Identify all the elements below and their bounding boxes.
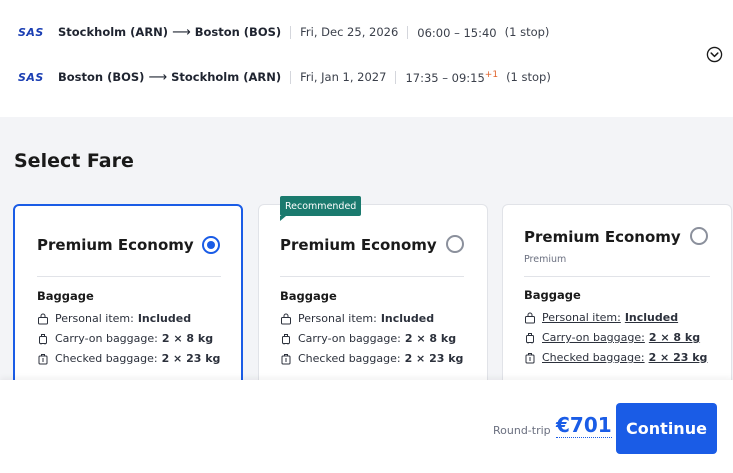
carry-on-icon [526, 332, 534, 343]
suitcase-icon [281, 353, 291, 364]
fare-card[interactable]: Premium Economy Premium Baggage Personal… [502, 204, 732, 404]
suitcase-icon [525, 352, 535, 363]
divider [290, 25, 292, 39]
divider [37, 276, 221, 277]
personal-item-line: Personal item: Included [280, 312, 434, 325]
total-price[interactable]: €701 [556, 413, 612, 438]
route: Boston (BOS) ⟶ Stockholm (ARN) [58, 70, 281, 85]
route: Stockholm (ARN) ⟶ Boston (BOS) [58, 25, 281, 40]
fare-subtitle: Premium [524, 254, 567, 265]
continue-button[interactable]: Continue [616, 403, 717, 454]
divider [280, 276, 464, 277]
outbound-flight-row: SAS Stockholm (ARN) ⟶ Boston (BOS) Fri, … [18, 21, 549, 43]
flight-time: 17:35 – 09:15+1 [405, 69, 499, 85]
divider [290, 70, 292, 84]
origin: Boston (BOS) [58, 70, 145, 84]
destination: Boston (BOS) [194, 25, 282, 39]
price-label: Round-trip [493, 424, 551, 437]
destination: Stockholm (ARN) [171, 70, 282, 84]
fare-radio[interactable] [690, 227, 708, 245]
baggage-title: Baggage [37, 289, 94, 303]
carry-on-icon [39, 333, 47, 344]
bag-icon [525, 312, 535, 323]
return-flight-row: SAS Boston (BOS) ⟶ Stockholm (ARN) Fri, … [18, 66, 551, 88]
fare-radio[interactable] [446, 235, 464, 253]
baggage-title: Baggage [524, 288, 581, 302]
bag-icon [38, 313, 48, 324]
itinerary-summary: SAS Stockholm (ARN) ⟶ Boston (BOS) Fri, … [0, 0, 733, 117]
arrow-right-icon: ⟶ [172, 24, 191, 40]
recommended-badge: Recommended [280, 196, 362, 221]
flight-date: Fri, Jan 1, 2027 [300, 70, 387, 84]
carry-on-line[interactable]: Carry-on baggage: 2 × 8 kg [524, 331, 700, 344]
checked-baggage-line[interactable]: Checked baggage: 2 × 23 kg [524, 351, 707, 364]
day-offset: +1 [484, 69, 499, 80]
fare-card[interactable]: Premium Economy Baggage Personal item: In… [258, 204, 488, 404]
flight-time: 06:00 – 15:40 [417, 25, 497, 40]
fare-name: Premium Economy [524, 228, 681, 246]
suitcase-icon [38, 353, 48, 364]
carry-on-line: Carry-on baggage: 2 × 8 kg [37, 332, 213, 345]
flight-stops: (1 stop) [506, 70, 551, 84]
bag-icon [281, 313, 291, 324]
personal-item-line[interactable]: Personal item: Included [524, 311, 678, 324]
fare-name: Premium Economy [37, 236, 194, 254]
flight-stops: (1 stop) [504, 25, 550, 39]
airline-logo: SAS [18, 25, 44, 39]
arrow-right-icon: ⟶ [148, 69, 168, 85]
carry-on-line: Carry-on baggage: 2 × 8 kg [280, 332, 456, 345]
origin: Stockholm (ARN) [58, 25, 169, 39]
personal-item-line: Personal item: Included [37, 312, 191, 325]
divider [524, 276, 710, 277]
fare-card[interactable]: Premium Economy Baggage Personal item: In… [13, 204, 243, 404]
chevron-down-circle-icon[interactable] [706, 46, 723, 63]
divider [407, 25, 409, 39]
checked-baggage-line: Checked baggage: 2 × 23 kg [37, 352, 220, 365]
baggage-title: Baggage [280, 289, 337, 303]
divider [395, 70, 397, 84]
section-title: Select Fare [14, 150, 134, 172]
flight-date: Fri, Dec 25, 2026 [300, 25, 399, 39]
checked-baggage-line: Checked baggage: 2 × 23 kg [280, 352, 463, 365]
fare-name: Premium Economy [280, 236, 437, 254]
airline-logo: SAS [18, 70, 44, 84]
carry-on-icon [282, 333, 290, 344]
checkout-footer: Round-trip €701 Continue [0, 380, 733, 473]
fare-radio[interactable] [202, 236, 220, 254]
